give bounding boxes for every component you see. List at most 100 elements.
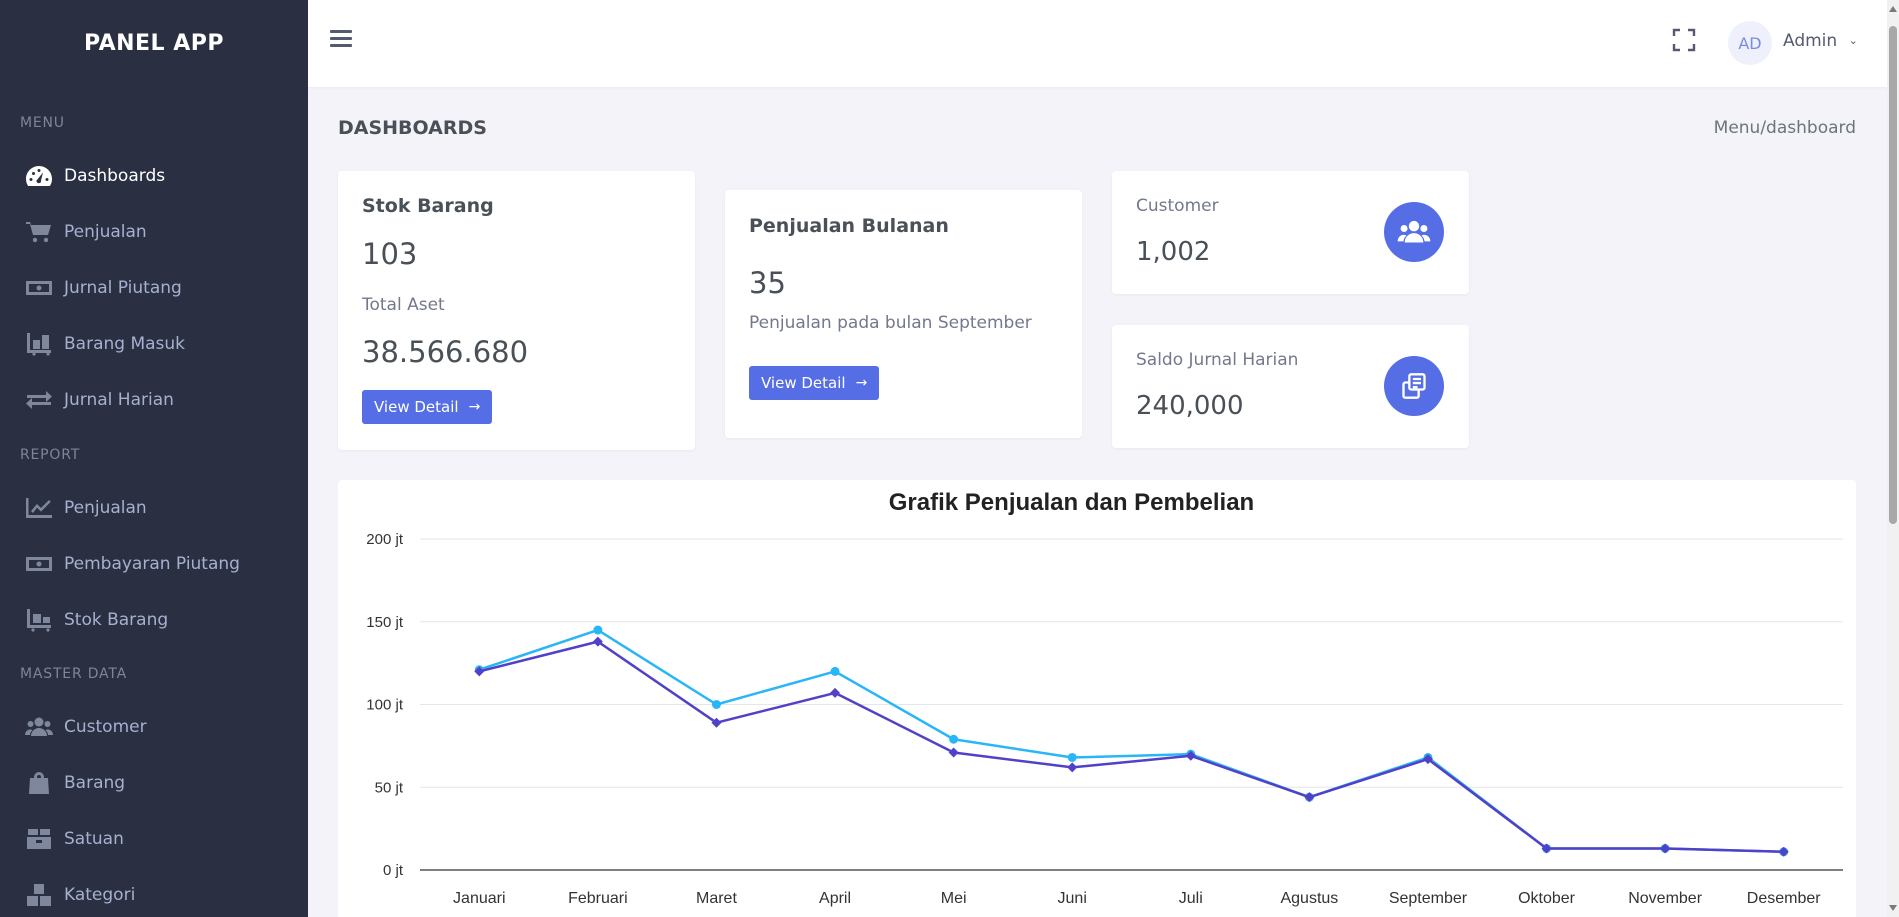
saldo-value: 240,000 <box>1136 391 1244 421</box>
chart-title: Grafik Penjualan dan Pembelian <box>889 489 1254 516</box>
chart-canvas: Grafik Penjualan dan Pembelian 0 jt 50 jt 1… <box>366 489 1843 907</box>
user-menu[interactable]: Admin ⌄ <box>1783 31 1858 51</box>
customer-label: Customer <box>1136 196 1219 216</box>
luggage-cart-icon <box>24 331 54 357</box>
scrollbar-thumb[interactable] <box>1889 26 1897 524</box>
boxes-icon <box>24 882 54 908</box>
series-line <box>478 640 1784 854</box>
sidebar-item-label: Barang <box>64 773 126 793</box>
y-tick-label: 0 jt <box>383 862 404 879</box>
data-point <box>1778 846 1789 857</box>
sidebar-item-label: Penjualan <box>64 498 147 518</box>
scroll-down-icon[interactable] <box>1889 905 1897 911</box>
arrow-right-icon: → <box>468 399 481 415</box>
x-tick-label: Mei <box>941 890 967 907</box>
x-tick-label: November <box>1628 890 1702 907</box>
sidebar-item-label: Customer <box>64 717 147 737</box>
sidebar-item-label: Jurnal Harian <box>64 390 174 410</box>
sidebar-item-customer[interactable]: Customer <box>0 699 308 755</box>
card-title: Stok Barang <box>362 195 494 217</box>
line-chart-icon <box>24 495 54 521</box>
breadcrumb[interactable]: Menu/dashboard <box>1660 118 1856 138</box>
data-point <box>949 734 959 744</box>
x-tick-label: Juli <box>1179 890 1203 907</box>
x-tick-label: April <box>819 890 851 907</box>
sidebar-item-label: Jurnal Piutang <box>64 278 182 298</box>
exchange-arrows-icon <box>24 387 54 413</box>
users-icon <box>1384 202 1444 262</box>
sidebar-item-label: Barang Masuk <box>64 334 186 354</box>
customer-value: 1,002 <box>1136 237 1211 267</box>
page-title: DASHBOARDS <box>338 117 487 139</box>
sidebar-item-label: Stok Barang <box>64 610 169 630</box>
sidebar-item-jurnal-piutang[interactable]: Jurnal Piutang <box>0 260 308 316</box>
saldo-jurnal-card: Saldo Jurnal Harian 240,000 <box>1112 325 1469 448</box>
sidebar-item-barang-masuk[interactable]: Barang Masuk <box>0 316 308 372</box>
x-tick-label: Oktober <box>1518 890 1576 907</box>
box-icon <box>24 826 54 852</box>
customer-card: Customer 1,002 <box>1112 171 1469 294</box>
sidebar-item-label: Pembayaran Piutang <box>64 554 240 574</box>
stok-barang-card: Stok Barang 103 Total Aset 38.566.680 Vi… <box>338 171 695 450</box>
pallet-icon <box>24 607 54 633</box>
series-line <box>478 628 1784 854</box>
total-aset-label: Total Aset <box>362 295 445 315</box>
sidebar-item-pembayaran-piutang[interactable]: Pembayaran Piutang <box>0 536 308 592</box>
card-title: Penjualan Bulanan <box>749 215 949 237</box>
chevron-down-icon: ⌄ <box>1848 34 1858 47</box>
stok-value: 103 <box>362 237 418 271</box>
dashboard-gauge-icon <box>24 163 54 189</box>
y-tick-label: 100 jt <box>366 697 404 714</box>
data-point <box>711 700 721 709</box>
y-tick-label: 50 jt <box>375 779 404 796</box>
menu-toggle-icon[interactable] <box>330 30 352 52</box>
sidebar-item-stok-barang[interactable]: Stok Barang <box>0 592 308 648</box>
brand-logo[interactable]: PANEL APP <box>0 0 308 87</box>
users-icon <box>24 714 54 740</box>
page-scrollbar[interactable] <box>1887 0 1899 917</box>
sidebar-item-satuan[interactable]: Satuan <box>0 811 308 867</box>
avatar[interactable]: AD <box>1728 21 1772 65</box>
sidebar-item-label: Dashboards <box>64 166 166 186</box>
x-tick-label: Juni <box>1058 890 1087 907</box>
menu-list: Customer Barang Satuan Kategori <box>0 699 308 917</box>
x-tick-label: Agustus <box>1280 890 1338 907</box>
user-name: Admin <box>1783 31 1838 51</box>
sales-purchase-chart: Grafik Penjualan dan Pembelian 0 jt 50 jt 1… <box>338 480 1856 917</box>
shopping-bag-icon <box>24 770 54 796</box>
view-detail-button[interactable]: View Detail → <box>362 390 493 424</box>
saldo-label: Saldo Jurnal Harian <box>1136 350 1299 370</box>
sidebar-item-report-penjualan[interactable]: Penjualan <box>0 480 308 536</box>
scroll-up-icon[interactable] <box>1889 6 1897 12</box>
total-aset-value: 38.566.680 <box>362 335 529 369</box>
copy-docs-icon <box>1384 356 1444 416</box>
x-tick-label: Februari <box>568 890 628 907</box>
y-tick-label: 200 jt <box>366 531 404 548</box>
x-tick-label: September <box>1389 890 1468 907</box>
sidebar-item-jurnal-harian[interactable]: Jurnal Harian <box>0 372 308 428</box>
sidebar-item-label: Kategori <box>64 885 136 905</box>
data-point <box>593 625 603 635</box>
topbar: AD Admin ⌄ <box>308 0 1899 87</box>
menu-section: MASTER DATA <box>0 666 147 682</box>
penjualan-bulanan-card: Penjualan Bulanan 35 Penjualan pada bula… <box>725 190 1082 438</box>
money-bill-icon <box>24 275 54 301</box>
data-point <box>1304 792 1315 803</box>
sidebar-item-dashboards[interactable]: Dashboards <box>0 148 308 204</box>
data-point <box>1660 843 1671 854</box>
money-bill-icon <box>24 551 54 577</box>
menu-section: MENU <box>0 115 85 131</box>
menu-section-title: MENU <box>20 115 65 131</box>
fullscreen-icon[interactable] <box>1672 28 1696 52</box>
button-label: View Detail <box>374 398 459 416</box>
sidebar-item-kategori[interactable]: Kategori <box>0 867 308 917</box>
x-tick-label: Desember <box>1747 890 1821 907</box>
sidebar-item-penjualan[interactable]: Penjualan <box>0 204 308 260</box>
sidebar-item-barang[interactable]: Barang <box>0 755 308 811</box>
x-tick-label: Januari <box>453 890 505 907</box>
data-point <box>948 747 959 758</box>
data-point <box>830 687 841 698</box>
sidebar-item-label: Penjualan <box>64 222 147 242</box>
data-point <box>830 666 840 676</box>
view-detail-button[interactable]: View Detail → <box>749 366 880 400</box>
